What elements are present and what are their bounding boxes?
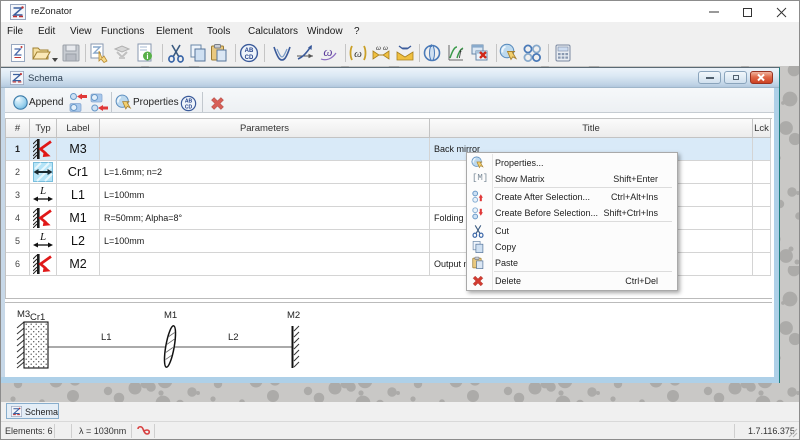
svg-text:f: f (459, 48, 463, 58)
svg-text:M2: M2 (287, 310, 300, 321)
svg-text:ω: ω (383, 44, 388, 52)
svg-text:M1: M1 (164, 310, 177, 321)
svg-text:ω: ω (354, 48, 362, 60)
svg-text:L1: L1 (101, 332, 112, 343)
svg-text:Cr1: Cr1 (30, 312, 45, 323)
svg-text:i: i (146, 52, 148, 61)
svg-text:L2: L2 (228, 332, 239, 343)
svg-text:ω: ω (376, 44, 381, 52)
svg-text:M3: M3 (17, 309, 30, 320)
svg-text:ω: ω (323, 44, 332, 59)
